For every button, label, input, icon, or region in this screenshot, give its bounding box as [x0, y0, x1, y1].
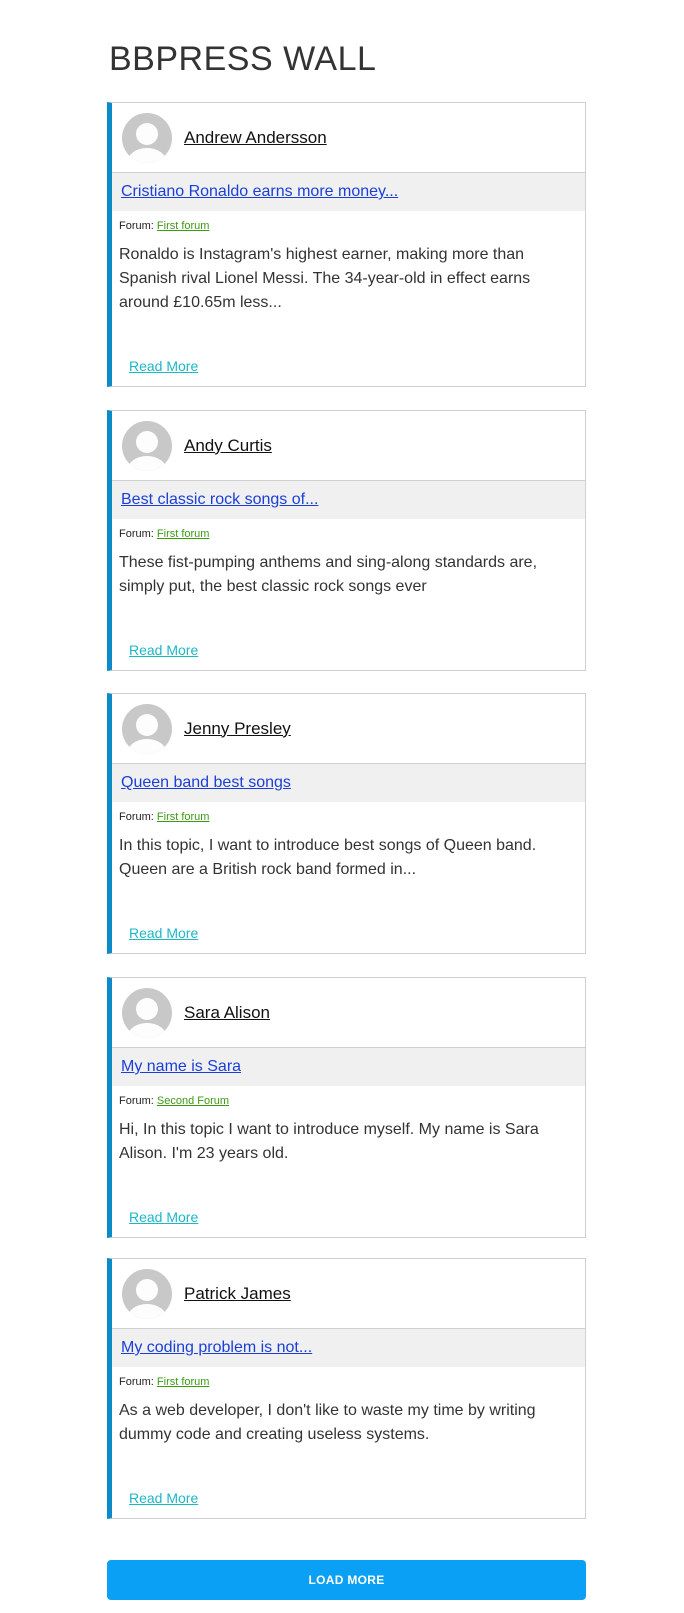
post-excerpt: As a web developer, I don't like to wast… — [119, 1402, 536, 1443]
forum-link[interactable]: First forum — [157, 220, 210, 232]
post-excerpt: Ronaldo is Instagram's highest earner, m… — [119, 246, 531, 311]
post-card: Jenny Presley Queen band best songs Foru… — [107, 693, 586, 954]
post-excerpt: These fist-pumping anthems and sing-alon… — [119, 554, 538, 595]
author-link[interactable]: Andy Curtis — [184, 436, 272, 456]
avatar — [122, 703, 172, 754]
author-link[interactable]: Andrew Andersson — [184, 128, 327, 148]
read-more-link[interactable]: Read More — [129, 358, 198, 374]
read-more-link[interactable]: Read More — [129, 925, 198, 941]
read-more-link[interactable]: Read More — [129, 1209, 198, 1225]
page-title: BBPRESS WALL — [109, 40, 377, 78]
author-link[interactable]: Patrick James — [184, 1284, 291, 1304]
forum-info: Forum: Second Forum — [119, 1095, 585, 1107]
topic-link[interactable]: Queen band best songs — [112, 764, 585, 802]
topic-link[interactable]: Best classic rock songs of... — [112, 481, 585, 519]
post-header: Andrew Andersson — [112, 103, 585, 173]
read-more-link[interactable]: Read More — [129, 642, 198, 658]
forum-prefix: Forum: — [119, 1376, 154, 1388]
forum-prefix: Forum: — [119, 1095, 154, 1107]
post-header: Patrick James — [112, 1259, 585, 1329]
avatar — [122, 112, 172, 163]
post-card: Andrew Andersson Cristiano Ronaldo earns… — [107, 102, 586, 387]
topic-link[interactable]: My name is Sara — [112, 1048, 585, 1086]
avatar — [122, 1268, 172, 1319]
forum-link[interactable]: First forum — [157, 1376, 210, 1388]
forum-link[interactable]: Second Forum — [157, 1095, 229, 1107]
post-card: Andy Curtis Best classic rock songs of..… — [107, 410, 586, 671]
forum-link[interactable]: First forum — [157, 811, 210, 823]
forum-info: Forum: First forum — [119, 811, 585, 823]
post-header: Andy Curtis — [112, 411, 585, 481]
author-link[interactable]: Jenny Presley — [184, 719, 291, 739]
read-more-link[interactable]: Read More — [129, 1490, 198, 1506]
avatar — [122, 420, 172, 471]
post-header: Sara Alison — [112, 978, 585, 1048]
post-header: Jenny Presley — [112, 694, 585, 764]
forum-prefix: Forum: — [119, 220, 154, 232]
load-more-button[interactable]: LOAD MORE — [107, 1560, 586, 1600]
forum-link[interactable]: First forum — [157, 528, 210, 540]
forum-info: Forum: First forum — [119, 528, 585, 540]
post-card: Patrick James My coding problem is not..… — [107, 1258, 586, 1519]
post-excerpt: In this topic, I want to introduce best … — [119, 837, 537, 878]
forum-info: Forum: First forum — [119, 1376, 585, 1388]
post-card: Sara Alison My name is Sara Forum: Secon… — [107, 977, 586, 1238]
forum-prefix: Forum: — [119, 528, 154, 540]
avatar — [122, 987, 172, 1038]
topic-link[interactable]: My coding problem is not... — [112, 1329, 585, 1367]
forum-prefix: Forum: — [119, 811, 154, 823]
author-link[interactable]: Sara Alison — [184, 1003, 270, 1023]
forum-info: Forum: First forum — [119, 220, 585, 232]
topic-link[interactable]: Cristiano Ronaldo earns more money... — [112, 173, 585, 211]
post-excerpt: Hi, In this topic I want to introduce my… — [119, 1121, 539, 1162]
